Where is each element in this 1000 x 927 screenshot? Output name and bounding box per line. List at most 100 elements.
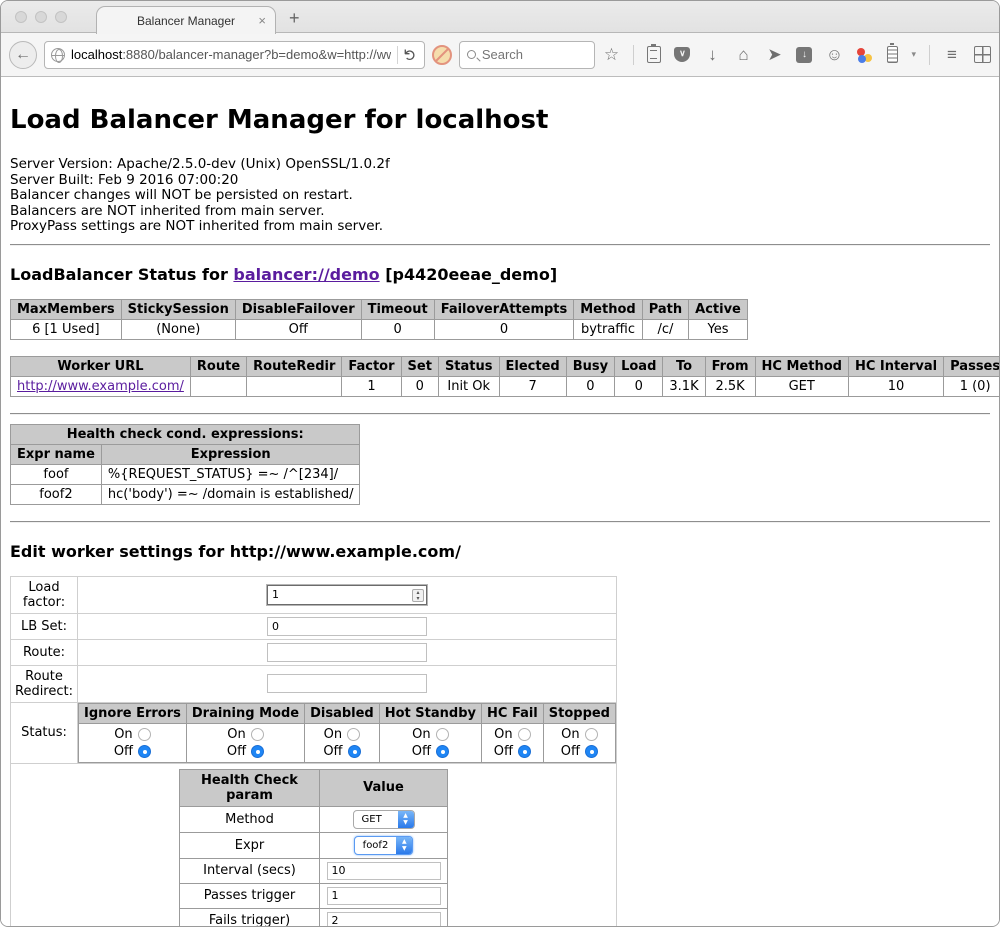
col-elected: Elected	[499, 356, 566, 376]
edit-worker-form: Load factor: ▴▾ LB Set: Route: Route Red…	[10, 576, 617, 927]
status-hot-standby-cell: On Off	[379, 723, 481, 762]
interval-input[interactable]	[327, 862, 441, 880]
window-close-button[interactable]	[15, 11, 27, 23]
lb-set-input[interactable]	[267, 617, 427, 636]
draining-mode-off-radio[interactable]	[251, 745, 264, 758]
expr-select[interactable]: foof2 ▲▼	[354, 836, 414, 855]
hc-interval-row: Interval (secs)	[180, 858, 448, 883]
val-stickysession: (None)	[121, 319, 235, 339]
divider	[10, 244, 990, 246]
method-select[interactable]: GET ▲▼	[353, 810, 415, 829]
disabled-off-radio[interactable]	[348, 745, 361, 758]
fails-input[interactable]	[327, 912, 441, 927]
balancer-link[interactable]: balancer://demo	[233, 265, 379, 284]
search-box[interactable]	[459, 41, 596, 69]
home-icon[interactable]: ⌂	[734, 45, 752, 65]
hc-passes-row: Passes trigger	[180, 883, 448, 908]
content-blocker-icon[interactable]	[432, 45, 452, 65]
tab-close-icon[interactable]: ×	[258, 13, 266, 28]
interval-label: Interval (secs)	[180, 858, 320, 883]
pocket-icon[interactable]: ∨	[674, 47, 690, 62]
col-stickysession: StickySession	[121, 299, 235, 319]
send-tab-icon[interactable]: ➤	[765, 45, 783, 65]
battery-extension-icon[interactable]	[887, 46, 898, 63]
on-label: On	[324, 726, 342, 743]
col-expression: Expression	[101, 444, 360, 464]
window-minimize-button[interactable]	[35, 11, 47, 23]
globe-icon	[51, 48, 65, 62]
on-label: On	[412, 726, 430, 743]
lb-set-label: LB Set:	[11, 613, 78, 639]
val-maxmembers: 6 [1 Used]	[11, 319, 122, 339]
search-input[interactable]	[482, 47, 572, 62]
val-status: Init Ok	[438, 376, 499, 396]
status-label: Status:	[11, 702, 78, 763]
val-method: bytraffic	[574, 319, 642, 339]
off-label: Off	[323, 743, 342, 760]
window-zoom-button[interactable]	[55, 11, 67, 23]
back-button[interactable]: ←	[9, 41, 37, 69]
url-divider	[397, 46, 398, 64]
search-icon	[467, 50, 476, 59]
edit-worker-heading: Edit worker settings for http://www.exam…	[10, 542, 990, 561]
url-host: localhost	[71, 47, 122, 62]
window-controls	[15, 11, 67, 23]
val-path: /c/	[642, 319, 688, 339]
passes-input[interactable]	[327, 887, 441, 905]
tab-balancer-manager[interactable]: Balancer Manager ×	[96, 6, 276, 34]
url-text[interactable]: localhost:8880/balancer-manager?b=demo&w…	[71, 47, 391, 62]
status-ignore-errors-cell: On Off	[79, 723, 187, 762]
new-tab-button[interactable]: +	[289, 9, 300, 27]
stopped-off-radio[interactable]	[585, 745, 598, 758]
bookmark-star-icon[interactable]: ☆	[602, 45, 620, 65]
url-bar[interactable]: localhost:8880/balancer-manager?b=demo&w…	[44, 41, 425, 69]
hc-fail-on-radio[interactable]	[518, 728, 531, 741]
load-factor-input[interactable]	[267, 585, 427, 605]
balancer-status-heading: LoadBalancer Status for balancer://demo …	[10, 265, 990, 284]
route-label: Route:	[11, 639, 78, 665]
off-label: Off	[494, 743, 513, 760]
tile-tabs-icon[interactable]	[974, 46, 991, 63]
disabled-on-radio[interactable]	[347, 728, 360, 741]
hot-standby-off-radio[interactable]	[436, 745, 449, 758]
col-route: Route	[190, 356, 246, 376]
val-elected: 7	[499, 376, 566, 396]
col-hot-standby: Hot Standby	[379, 703, 481, 723]
expr-name-foof: foof	[11, 464, 102, 484]
expr-label: Expr	[180, 832, 320, 858]
hc-method-row: Method GET ▲▼	[180, 806, 448, 832]
val-hc-method: GET	[755, 376, 848, 396]
stopped-on-radio[interactable]	[585, 728, 598, 741]
col-hc-fail: HC Fail	[482, 703, 544, 723]
feedback-smiley-icon[interactable]: ☺	[825, 45, 843, 65]
worker-url-link[interactable]: http://www.example.com/	[17, 379, 184, 394]
reload-button[interactable]: ↻	[401, 48, 421, 61]
browser-window: Balancer Manager × + ← localhost:8880/ba…	[0, 0, 1000, 927]
route-input[interactable]	[267, 643, 427, 662]
draining-mode-on-radio[interactable]	[251, 728, 264, 741]
balancer-heading-prefix: LoadBalancer Status for	[10, 265, 233, 284]
colors-extension-icon[interactable]	[856, 46, 874, 64]
hc-expressions-table: Health check cond. expressions: Expr nam…	[10, 424, 360, 505]
ignore-errors-off-radio[interactable]	[138, 745, 151, 758]
worker-table: Worker URL Route RouteRedir Factor Set S…	[10, 356, 999, 397]
val-timeout: 0	[361, 319, 434, 339]
ignore-errors-on-radio[interactable]	[138, 728, 151, 741]
server-info: Server Version: Apache/2.5.0-dev (Unix) …	[10, 157, 990, 235]
worker-header-row: Worker URL Route RouteRedir Factor Set S…	[11, 356, 1000, 376]
val-disablefailover: Off	[235, 319, 361, 339]
hc-params-table: Health Check param Value Method GET ▲▼	[179, 769, 448, 927]
page-content: Load Balancer Manager for localhost Serv…	[1, 77, 999, 927]
server-version-line: Server Version: Apache/2.5.0-dev (Unix) …	[10, 157, 990, 173]
downloads-icon[interactable]: ↓	[703, 45, 721, 65]
overflow-caret-icon[interactable]: ▾	[911, 49, 916, 60]
hot-standby-on-radio[interactable]	[436, 728, 449, 741]
number-stepper-icon[interactable]: ▴▾	[412, 589, 424, 602]
extension-download-icon[interactable]: ↓	[796, 47, 812, 63]
val-hc-interval: 10	[848, 376, 943, 396]
hc-fail-off-radio[interactable]	[518, 745, 531, 758]
toolbar-divider	[633, 45, 634, 65]
menu-icon[interactable]: ≡	[943, 45, 961, 65]
route-redirect-input[interactable]	[267, 674, 427, 693]
reading-list-icon[interactable]	[647, 46, 661, 63]
